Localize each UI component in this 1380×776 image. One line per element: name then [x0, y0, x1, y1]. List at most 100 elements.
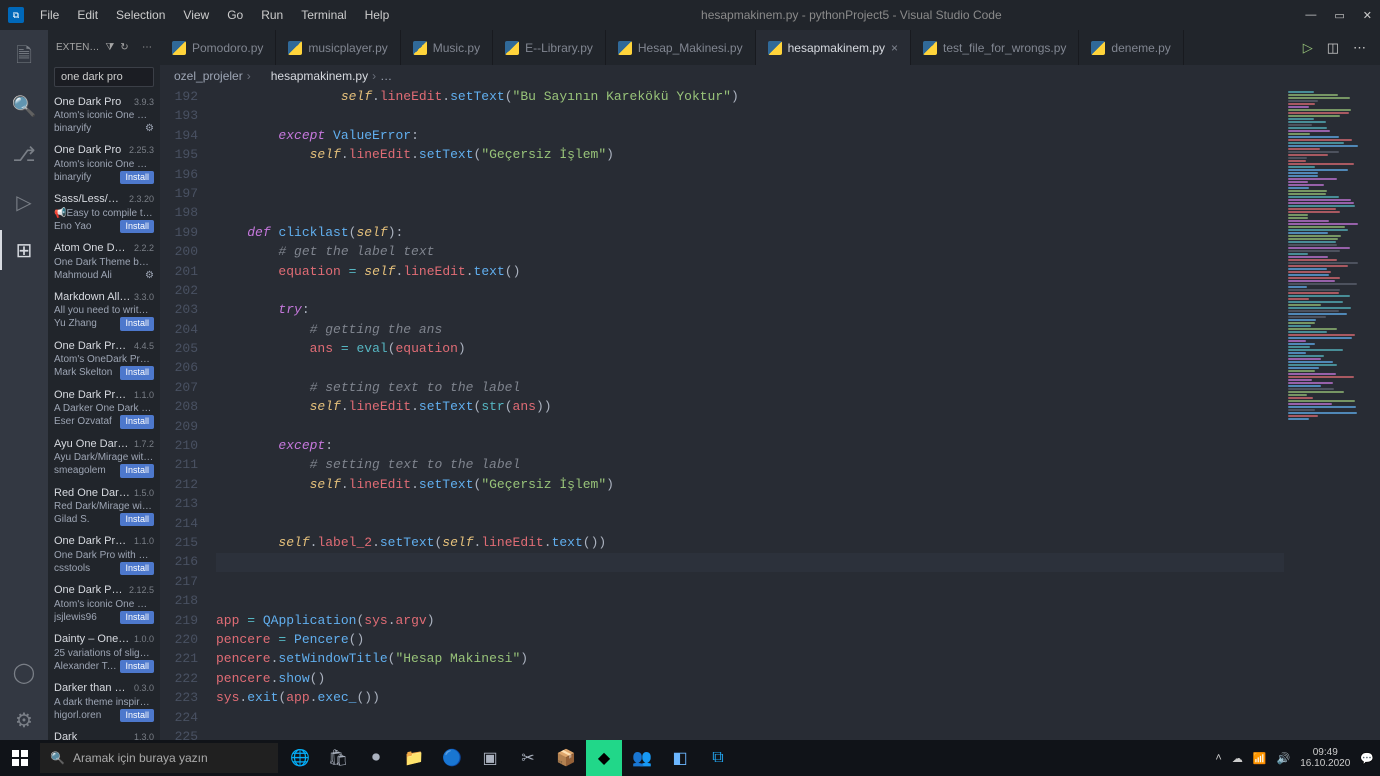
tab-musicplayer-py[interactable]: musicplayer.py	[276, 30, 400, 65]
extension-search-input[interactable]: one dark pro	[54, 67, 154, 87]
more-icon[interactable]: ⋯	[142, 42, 152, 53]
extension-item[interactable]: One Dark Pro It…2.12.5Atom's iconic One …	[48, 579, 160, 628]
app2-icon[interactable]: ◧	[662, 740, 698, 776]
split-editor-icon[interactable]: ◫	[1327, 40, 1339, 56]
start-button[interactable]	[0, 740, 40, 776]
wifi-icon[interactable]: 📶	[1253, 752, 1267, 765]
gear-icon[interactable]: ⚙	[145, 122, 154, 135]
extension-item[interactable]: Ayu One Dark Pr…1.7.2Ayu Dark/Mirage wit…	[48, 433, 160, 482]
extension-item[interactable]: Red One Dark Pro1.5.0Red Dark/Mirage wit…	[48, 482, 160, 531]
extension-item[interactable]: One Dark Pro M…1.1.0A Darker One Dark Pr…	[48, 384, 160, 433]
menu-help[interactable]: Help	[357, 4, 398, 26]
run-debug-icon[interactable]: ▷	[0, 182, 48, 222]
breadcrumb-segment[interactable]: …	[380, 69, 392, 83]
install-button[interactable]: Install	[120, 171, 154, 185]
install-button[interactable]: Install	[120, 415, 154, 429]
store-icon[interactable]: 🛍	[320, 740, 356, 776]
filter-icon[interactable]: ⧩	[105, 42, 114, 53]
extension-item[interactable]: Dainty – One Da…1.0.025 variations of sl…	[48, 628, 160, 677]
minimap[interactable]	[1284, 87, 1380, 740]
tab-music-py[interactable]: Music.py	[401, 30, 493, 65]
maximize-icon[interactable]: ▭	[1334, 9, 1344, 22]
extensions-icon[interactable]: ⊞	[0, 230, 48, 270]
extension-publisher: binaryify	[54, 171, 117, 184]
search-icon[interactable]: 🔍	[0, 86, 48, 126]
extension-item[interactable]: Sass/Less/Scss/…2.3.20📢Easy to compile t…	[48, 188, 160, 237]
menu-run[interactable]: Run	[253, 4, 291, 26]
media-icon[interactable]: ⏺	[358, 740, 394, 776]
minimize-icon[interactable]: —	[1305, 9, 1316, 22]
line-number: 220	[160, 630, 198, 649]
explorer-icon[interactable]: 📁	[396, 740, 432, 776]
extension-item[interactable]: One Dark Pro3.9.3Atom's iconic One Dar…b…	[48, 91, 160, 139]
install-button[interactable]: Install	[120, 611, 154, 625]
account-icon[interactable]: ◯	[0, 652, 48, 692]
code-line	[216, 727, 1284, 740]
extension-publisher: Eser Ozvataf	[54, 415, 117, 428]
extension-item[interactable]: One Dark Pro Var1.1.0One Dark Pro with C…	[48, 530, 160, 579]
extension-item[interactable]: Markdown All in…3.3.0All you need to wri…	[48, 286, 160, 335]
tab-test_file_for_wrongs-py[interactable]: test_file_for_wrongs.py	[911, 30, 1079, 65]
extension-item[interactable]: One Dark Pro2.25.3Atom's iconic One Dar……	[48, 139, 160, 188]
extension-item[interactable]: Atom One Dark …2.2.2One Dark Theme base……	[48, 237, 160, 285]
teams-icon[interactable]: 👥	[624, 740, 660, 776]
more-icon[interactable]: ⋯	[1353, 40, 1366, 56]
close-icon[interactable]: ×	[891, 41, 898, 55]
system-tray[interactable]: ˄ ☁ 📶 🔊 09:49 16.10.2020 💬	[1215, 747, 1380, 769]
onedrive-icon[interactable]: ☁	[1232, 752, 1243, 765]
tab-pomodoro-py[interactable]: Pomodoro.py	[160, 30, 276, 65]
taskbar-clock[interactable]: 09:49 16.10.2020	[1300, 747, 1350, 769]
install-button[interactable]: Install	[120, 709, 154, 723]
install-button[interactable]: Install	[120, 464, 154, 478]
code-line	[216, 591, 1284, 610]
extension-publisher: smeagolem	[54, 464, 117, 477]
install-button[interactable]: Install	[120, 513, 154, 527]
window-controls[interactable]: — ▭ ✕	[1305, 9, 1372, 22]
menu-go[interactable]: Go	[219, 4, 251, 26]
install-button[interactable]: Install	[120, 366, 154, 380]
extension-item[interactable]: One Dark Pro Italic4.4.5Atom's OneDark P…	[48, 335, 160, 384]
pycharm-icon[interactable]: ◆	[586, 740, 622, 776]
terminal-icon[interactable]: ▣	[472, 740, 508, 776]
extension-item[interactable]: Dark1.3.0Theme designed in a n…ThomazIns…	[48, 726, 160, 740]
refresh-icon[interactable]: ↻	[120, 42, 128, 53]
code-editor[interactable]: 1921931941951961971981992002012022032042…	[160, 87, 1380, 740]
tab-label: Music.py	[433, 41, 480, 55]
code-line: pencere.setWindowTitle("Hesap Makinesi")	[216, 649, 1284, 668]
title-bar: ⧉ FileEditSelectionViewGoRunTerminalHelp…	[0, 0, 1380, 30]
install-button[interactable]: Install	[120, 220, 154, 234]
breadcrumb[interactable]: ozel_projeler › hesapmakinem.py › …	[160, 65, 1380, 87]
install-button[interactable]: Install	[120, 660, 154, 674]
tab-hesap_makinesi-py[interactable]: Hesap_Makinesi.py	[606, 30, 756, 65]
volume-icon[interactable]: 🔊	[1277, 752, 1291, 765]
menu-view[interactable]: View	[175, 4, 217, 26]
install-button[interactable]: Install	[120, 317, 154, 331]
taskbar-search[interactable]: 🔍 Aramak için buraya yazın	[40, 743, 278, 773]
gear-icon[interactable]: ⚙	[145, 269, 154, 282]
tab-deneme-py[interactable]: deneme.py	[1079, 30, 1183, 65]
menu-terminal[interactable]: Terminal	[293, 4, 354, 26]
vscode-logo-icon: ⧉	[8, 7, 24, 23]
extension-item[interactable]: Darker than One…0.3.0A dark theme inspir…	[48, 677, 160, 726]
app-icon[interactable]: 📦	[548, 740, 584, 776]
menu-selection[interactable]: Selection	[108, 4, 173, 26]
install-button[interactable]: Install	[120, 562, 154, 576]
menu-file[interactable]: File	[32, 4, 67, 26]
run-icon[interactable]: ▷	[1303, 40, 1313, 56]
breadcrumb-segment[interactable]: hesapmakinem.py	[271, 69, 368, 83]
explorer-icon[interactable]: 🗎	[0, 38, 48, 78]
notifications-icon[interactable]: 💬	[1360, 752, 1374, 765]
edge-icon[interactable]: 🌐	[282, 740, 318, 776]
menu-edit[interactable]: Edit	[69, 4, 106, 26]
chevron-up-icon[interactable]: ˄	[1215, 752, 1221, 764]
vscode-icon[interactable]: ⧉	[700, 740, 736, 776]
code-content[interactable]: self.lineEdit.setText("Bu Sayının Karekö…	[216, 87, 1284, 740]
close-icon[interactable]: ✕	[1363, 9, 1372, 22]
source-control-icon[interactable]: ⎇	[0, 134, 48, 174]
snip-icon[interactable]: ✂	[510, 740, 546, 776]
settings-gear-icon[interactable]: ⚙	[0, 700, 48, 740]
tab-hesapmakinem-py[interactable]: hesapmakinem.py×	[756, 30, 911, 65]
chrome-icon[interactable]: 🔵	[434, 740, 470, 776]
tab-e-library-py[interactable]: E--Library.py	[493, 30, 606, 65]
breadcrumb-segment[interactable]: ozel_projeler	[174, 69, 243, 83]
